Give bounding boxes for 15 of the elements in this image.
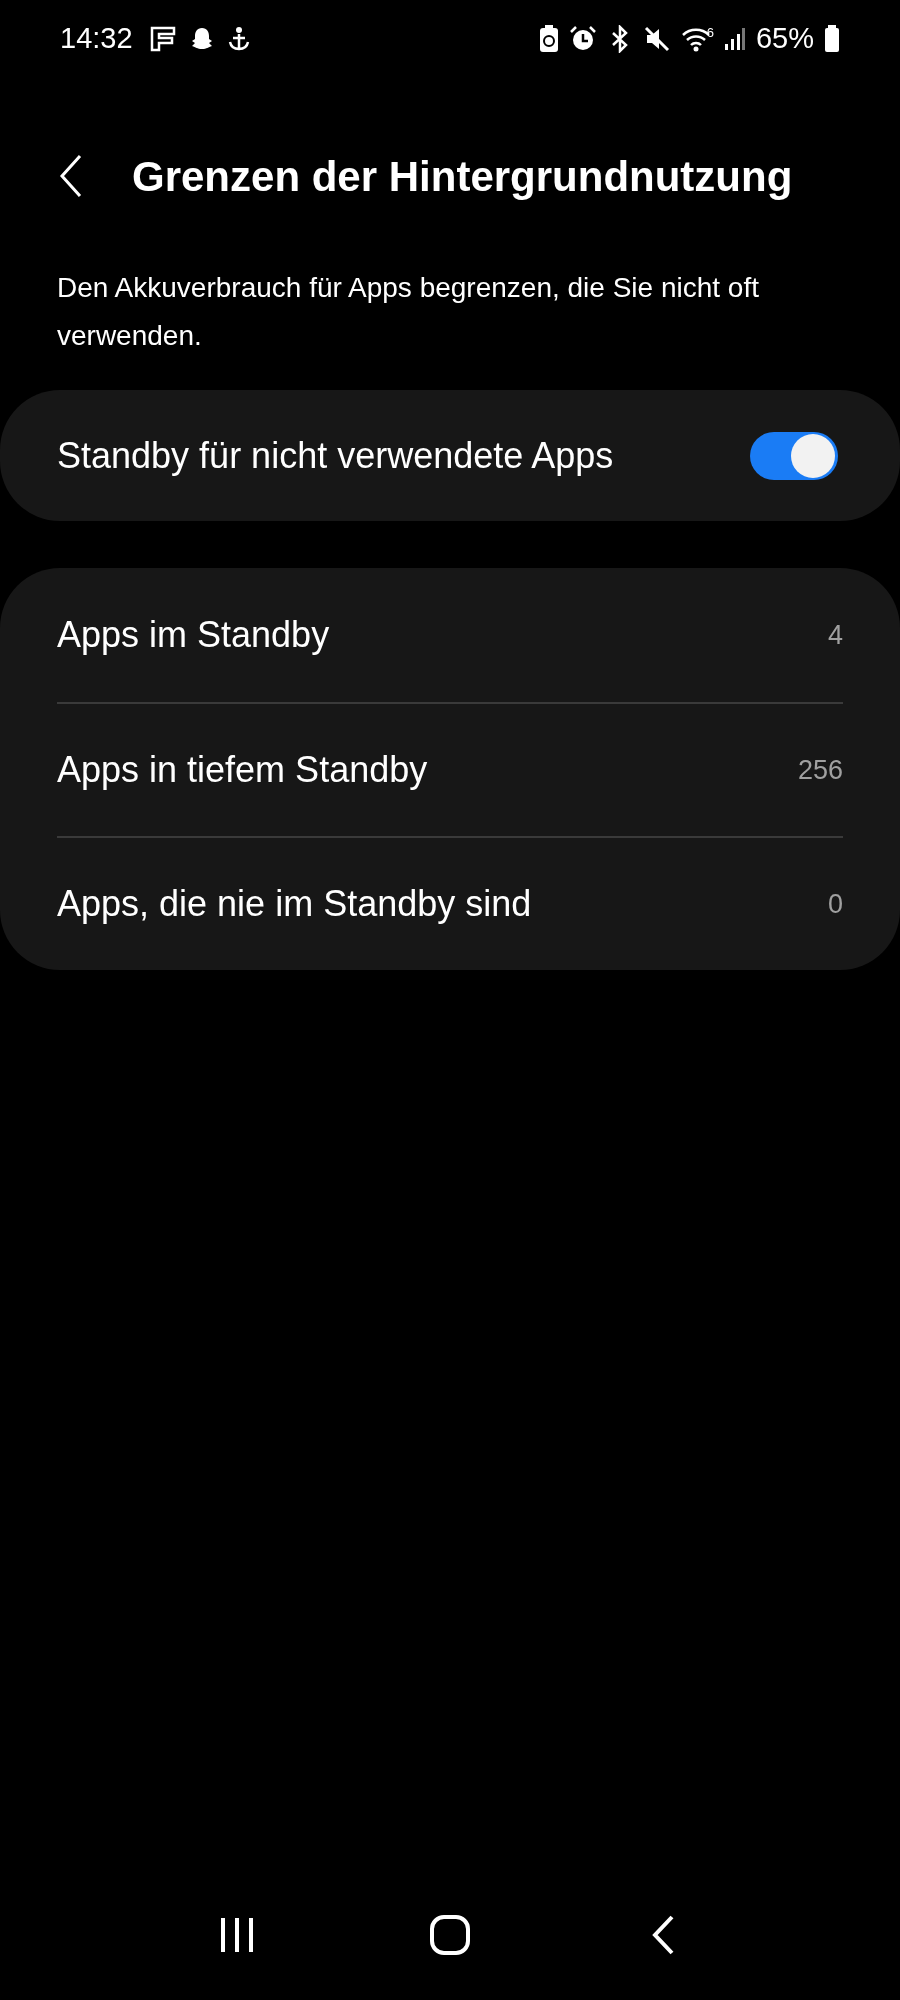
wifi-label: 6	[706, 26, 714, 39]
list-item[interactable]: Apps in tiefem Standby 256	[57, 702, 843, 836]
item-label: Apps in tiefem Standby	[57, 748, 428, 792]
battery-percent: 65%	[755, 21, 814, 57]
list-item[interactable]: Apps, die nie im Standby sind 0	[57, 836, 843, 970]
item-count: 4	[827, 618, 843, 652]
page-title: Grenzen der Hintergrundnutzung	[132, 151, 793, 202]
item-label: Apps im Standby	[57, 613, 330, 657]
item-label: Apps, die nie im Standby sind	[57, 882, 532, 926]
list-item[interactable]: Apps im Standby 4	[57, 568, 843, 702]
description-text: Den Akkuverbrauch für Apps begrenzen, die Sie nicht oft verwenden.	[56, 271, 760, 353]
setting-label: Standby für nicht verwendete Apps	[57, 433, 614, 478]
item-count: 0	[827, 887, 843, 921]
status-time: 14:32	[60, 21, 133, 57]
item-count: 256	[797, 753, 843, 787]
